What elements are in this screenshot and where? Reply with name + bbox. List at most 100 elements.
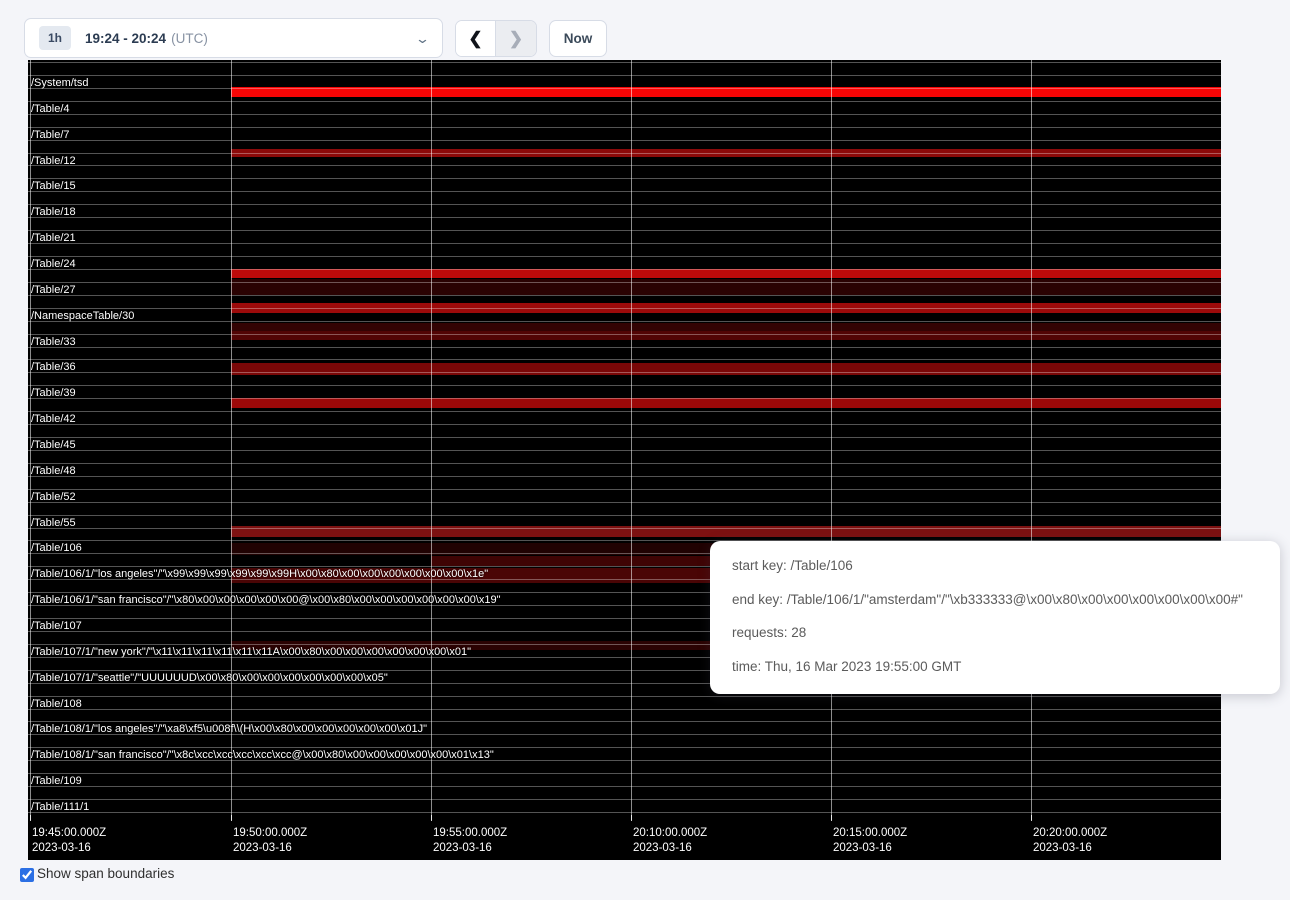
- time-gridline: [631, 60, 632, 820]
- row-label: /Table/55: [31, 517, 76, 529]
- time-gridline: [831, 60, 832, 820]
- chevron-left-icon: ❮: [468, 29, 482, 49]
- row-label: /Table/33: [31, 336, 76, 348]
- heat-band: [231, 323, 1221, 331]
- chevron-right-icon: ❯: [509, 29, 523, 49]
- span-boundary-line: [28, 709, 1221, 710]
- now-button[interactable]: Now: [549, 20, 607, 57]
- row-label: /Table/27: [31, 284, 76, 296]
- heat-band: [231, 398, 1221, 408]
- row-label: /Table/109: [31, 775, 82, 787]
- row-label: /Table/18: [31, 206, 76, 218]
- tooltip-time: time: Thu, 16 Mar 2023 19:55:00 GMT: [732, 650, 1280, 684]
- span-boundary-line: [28, 347, 1221, 348]
- row-label: /Table/106: [31, 542, 82, 554]
- toolbar: 1h 19:24 - 20:24 (UTC) ⌄ ❮ ❯ Now: [0, 0, 1290, 60]
- span-boundary-line: [28, 153, 1221, 154]
- previous-range-button[interactable]: ❮: [456, 21, 496, 56]
- span-boundary-line: [28, 411, 1221, 412]
- span-boundary-line: [28, 502, 1221, 503]
- span-boundary-line: [28, 308, 1221, 309]
- span-boundary-line: [28, 282, 1221, 283]
- tooltip-requests: requests: 28: [732, 616, 1280, 650]
- span-boundary-line: [28, 140, 1221, 141]
- span-boundary-line: [28, 372, 1221, 373]
- span-boundary-line: [28, 321, 1221, 322]
- time-range-preset-badge: 1h: [39, 26, 71, 50]
- span-boundary-line: [28, 463, 1221, 464]
- time-nav-group: ❮ ❯: [455, 20, 537, 57]
- row-label: /Table/36: [31, 361, 76, 373]
- span-boundary-line: [28, 75, 1221, 76]
- span-boundary-line: [28, 88, 1221, 89]
- row-label: /Table/45: [31, 439, 76, 451]
- span-boundary-line: [28, 191, 1221, 192]
- row-label: /Table/42: [31, 413, 76, 425]
- row-label: /Table/7: [31, 129, 70, 141]
- span-boundary-line: [28, 62, 1221, 63]
- chevron-down-icon: ⌄: [415, 32, 430, 45]
- span-boundary-line: [28, 721, 1221, 722]
- row-label: /Table/108/1/"san francisco"/"\x8c\xcc\x…: [31, 749, 494, 761]
- span-boundary-line: [28, 385, 1221, 386]
- time-gridline: [1031, 60, 1032, 820]
- row-label: /NamespaceTable/30: [31, 310, 134, 322]
- span-boundary-line: [28, 515, 1221, 516]
- span-boundary-line: [28, 127, 1221, 128]
- span-boundary-line: [28, 437, 1221, 438]
- tooltip-end-key: end key: /Table/106/1/"amsterdam"/"\xb33…: [732, 583, 1280, 617]
- span-boundary-line: [28, 230, 1221, 231]
- span-boundary-line: [28, 204, 1221, 205]
- heat-band: [231, 331, 1221, 340]
- axis-label: 19:50:00.000Z2023-03-16: [233, 826, 307, 856]
- span-boundary-line: [28, 243, 1221, 244]
- span-boundary-line: [28, 398, 1221, 399]
- next-range-button[interactable]: ❯: [496, 21, 536, 56]
- show-span-boundaries-label: Show span boundaries: [37, 866, 174, 881]
- span-boundary-line: [28, 424, 1221, 425]
- row-label: /Table/106/1/"san francisco"/"\x80\x00\x…: [31, 594, 501, 606]
- time-gridline: [431, 60, 432, 820]
- span-boundary-line: [28, 334, 1221, 335]
- row-label: /Table/52: [31, 491, 76, 503]
- time-axis: 19:45:00.000Z2023-03-16 19:50:00.000Z2023…: [28, 820, 1221, 860]
- span-boundary-line: [28, 114, 1221, 115]
- row-label: /Table/111/1: [31, 801, 89, 813]
- span-boundary-line: [28, 747, 1221, 748]
- row-label: /Table/4: [31, 103, 70, 115]
- row-label: /Table/106/1/"los angeles"/"\x99\x99\x99…: [31, 568, 488, 580]
- show-span-boundaries-checkbox[interactable]: [20, 868, 34, 882]
- span-boundary-line: [28, 786, 1221, 787]
- row-label: /Table/107: [31, 620, 82, 632]
- row-label: /Table/12: [31, 155, 76, 167]
- span-boundary-line: [28, 165, 1221, 166]
- axis-label: 20:20:00.000Z2023-03-16: [1033, 826, 1107, 856]
- row-label: /Table/107/1/"new york"/"\x11\x11\x11\x1…: [31, 646, 471, 658]
- span-boundary-line: [28, 256, 1221, 257]
- time-range-dropdown[interactable]: 1h 19:24 - 20:24 (UTC) ⌄: [24, 18, 443, 58]
- span-boundary-line: [28, 812, 1221, 813]
- row-label: /Table/108: [31, 698, 82, 710]
- span-boundary-line: [28, 269, 1221, 270]
- row-label: /Table/107/1/"seattle"/"UUUUUUD\x00\x80\…: [31, 672, 388, 684]
- span-boundary-line: [28, 295, 1221, 296]
- span-tooltip: start key: /Table/106 end key: /Table/10…: [710, 541, 1280, 694]
- row-label: /Table/15: [31, 180, 76, 192]
- heat-band: [231, 269, 1221, 278]
- span-boundary-line: [28, 696, 1221, 697]
- key-visualizer-chart[interactable]: /System/tsd/Table/4/Table/7/Table/12/Tab…: [28, 60, 1221, 860]
- span-boundary-line: [28, 528, 1221, 529]
- row-label: /Table/48: [31, 465, 76, 477]
- axis-label: 20:15:00.000Z2023-03-16: [833, 826, 907, 856]
- span-boundary-line: [28, 359, 1221, 360]
- row-label: /System/tsd: [31, 77, 88, 89]
- axis-label: 20:10:00.000Z2023-03-16: [633, 826, 707, 856]
- span-boundary-line: [28, 476, 1221, 477]
- tooltip-start-key: start key: /Table/106: [732, 549, 1280, 583]
- time-gridline: [231, 60, 232, 820]
- heatmap-plot[interactable]: /System/tsd/Table/4/Table/7/Table/12/Tab…: [28, 60, 1221, 820]
- axis-label: 19:45:00.000Z2023-03-16: [32, 826, 106, 856]
- show-span-boundaries-row: Show span boundaries: [20, 866, 174, 882]
- span-boundary-line: [28, 773, 1221, 774]
- time-range-value: 19:24 - 20:24: [85, 31, 166, 46]
